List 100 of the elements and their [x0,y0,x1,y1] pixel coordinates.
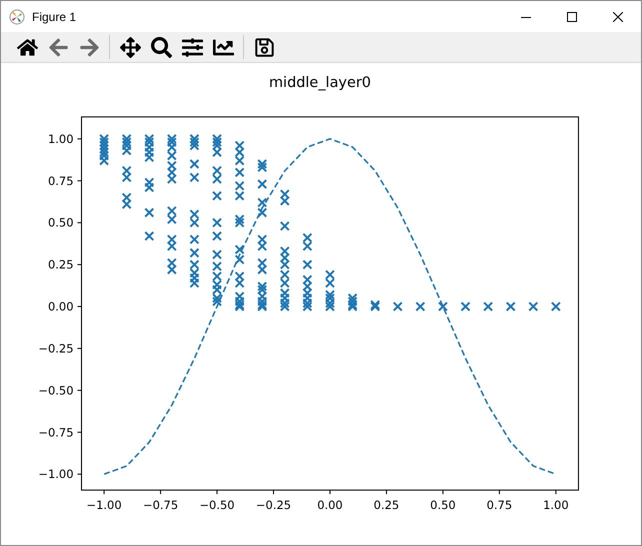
data-point [415,302,426,312]
data-point [302,293,312,304]
data-point [392,302,403,312]
data-point [257,258,268,268]
y-tick: 0.75 [48,174,82,188]
data-point [257,162,268,172]
data-point [302,298,312,308]
data-point [234,278,245,288]
data-point [189,260,200,270]
data-point [348,293,358,304]
data-point [325,278,335,288]
data-point [99,156,110,166]
data-point [212,140,222,151]
data-point [325,302,335,312]
data-point [506,302,516,312]
data-point [166,234,177,244]
data-point [166,241,177,252]
data-point [144,134,154,144]
data-point [280,221,290,232]
data-point [189,273,200,283]
data-point [189,140,200,151]
maximize-icon [567,12,577,22]
y-tick: 1.00 [48,132,82,146]
x-tick-label: −0.75 [142,498,178,512]
y-tick: −0.75 [38,425,82,440]
data-point [144,137,154,148]
data-point [99,137,110,148]
data-point [234,140,245,151]
data-point [460,302,470,312]
data-point [280,278,290,288]
data-point [257,234,268,244]
data-point [302,232,312,243]
data-point [212,218,222,228]
x-tick: −0.75 [142,490,178,512]
data-point [257,208,268,218]
data-point [189,234,200,244]
data-point [122,134,132,144]
data-point [280,252,290,263]
data-point [280,189,290,200]
x-tick: −1.00 [86,490,122,512]
data-point [144,231,154,242]
data-point [348,296,358,306]
data-point [212,174,222,184]
data-point [166,174,177,184]
data-point [280,293,290,304]
data-point [166,206,177,216]
data-point [166,142,177,152]
data-point [234,218,245,228]
data-point [212,293,222,304]
x-tick: 1.00 [543,490,569,512]
data-point [99,140,110,151]
y-tick: −0.25 [38,341,82,356]
data-point [257,159,268,169]
x-tick-label: 0.75 [486,498,512,512]
close-icon [613,12,623,22]
data-point [438,302,448,312]
data-point [302,274,312,285]
y-tick: 0.50 [48,216,82,230]
data-point [189,278,200,288]
data-point [257,264,268,275]
data-point [144,208,154,218]
data-point [257,281,268,292]
data-point [189,218,200,228]
data-point [212,271,222,282]
data-point [234,296,245,306]
data-point [257,179,268,190]
data-point [99,147,110,158]
data-point [99,134,110,144]
data-point [280,288,290,298]
data-point [234,271,245,282]
y-tick-label: 1.00 [48,132,74,146]
data-point [280,302,290,312]
app-logo-icon [9,8,25,24]
y-tick-label: 0.75 [48,174,74,188]
data-point [257,296,268,306]
x-tick-label: 1.00 [543,498,569,512]
data-point [234,244,245,254]
data-point [189,172,200,182]
data-point [280,196,290,206]
data-point [122,146,132,156]
data-point [325,290,335,300]
chart-title: middle_layer0 [268,74,372,91]
data-point [234,214,245,224]
data-point [280,298,290,308]
data-point [99,144,110,154]
data-point [212,231,222,242]
data-point [234,254,245,265]
data-point [212,280,222,290]
data-point [234,291,245,302]
data-point [189,134,200,144]
data-point [302,281,312,292]
data-point [528,302,538,312]
data-point [212,190,222,201]
y-tick-label: −0.50 [38,383,74,398]
data-point [212,261,222,272]
x-tick: −0.25 [256,490,292,512]
x-tick-label: −0.25 [256,498,292,512]
data-point [212,166,222,176]
x-tick: 0.25 [374,490,400,512]
data-point [99,150,110,161]
